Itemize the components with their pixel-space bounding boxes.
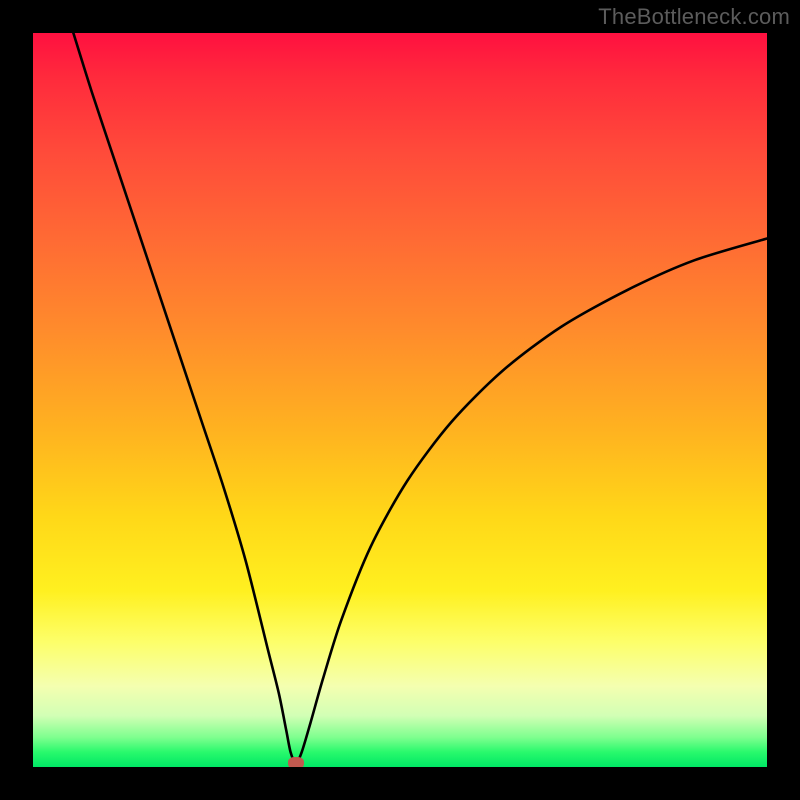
chart-container: TheBottleneck.com bbox=[0, 0, 800, 800]
watermark-text: TheBottleneck.com bbox=[598, 4, 790, 30]
curve-svg bbox=[33, 33, 767, 767]
bottleneck-curve-path bbox=[73, 33, 767, 763]
optimum-marker bbox=[288, 757, 304, 767]
plot-area bbox=[33, 33, 767, 767]
